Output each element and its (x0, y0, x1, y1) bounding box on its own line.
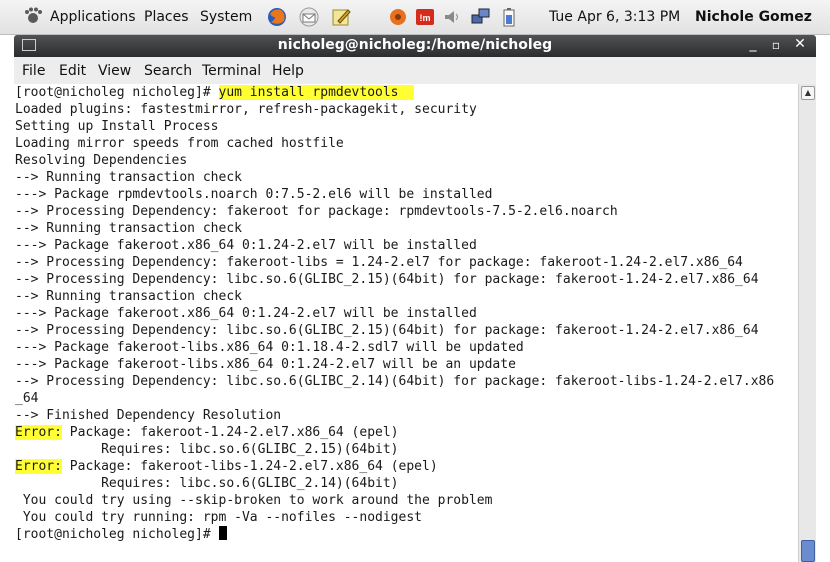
window-title: nicholeg@nicholeg:/home/nicholeg (277, 37, 553, 53)
output-line: --> Processing Dependency: fakeroot for … (15, 204, 618, 219)
output-line: Loading mirror speeds from cached hostfi… (15, 136, 344, 151)
output-line: --> Running transaction check (15, 170, 242, 185)
menu-view[interactable]: View (98, 63, 131, 79)
error-line: Error: Package: fakeroot-1.24-2.el7.x86_… (15, 425, 399, 440)
menu-help[interactable]: Help (272, 63, 304, 79)
error-label: Error: (15, 425, 62, 440)
menu-search[interactable]: Search (144, 63, 192, 79)
system-menu[interactable]: System (200, 9, 252, 25)
battery-icon[interactable] (498, 6, 520, 28)
prompt: [root@nicholeg nicholeg]# (15, 527, 219, 542)
network-icon[interactable] (470, 6, 492, 28)
output-line: --> Processing Dependency: libc.so.6(GLI… (15, 374, 775, 389)
window-titlebar[interactable]: nicholeg@nicholeg:/home/nicholeg _ ▫ ✕ (14, 35, 816, 57)
volume-icon[interactable] (441, 6, 463, 28)
terminal-output[interactable]: [root@nicholeg nicholeg]# yum install rp… (14, 84, 798, 562)
error-label: Error: (15, 459, 62, 474)
output-line: --> Processing Dependency: fakeroot-libs… (15, 255, 743, 270)
settings-icon[interactable] (387, 6, 409, 28)
output-line: ---> Package rpmdevtools.noarch 0:7.5-2.… (15, 187, 493, 202)
output-line: ---> Package fakeroot-libs.x86_64 0:1.18… (15, 340, 524, 355)
scrollbar-thumb[interactable] (801, 540, 815, 562)
output-line: Setting up Install Process (15, 119, 219, 134)
edit-icon[interactable] (330, 6, 352, 28)
scroll-up-arrow-icon[interactable]: ▲ (801, 86, 815, 100)
output-line: Resolving Dependencies (15, 153, 188, 168)
output-line: ---> Package fakeroot.x86_64 0:1.24-2.el… (15, 306, 477, 321)
text-cursor (218, 526, 227, 540)
user-name[interactable]: Nichole Gomez (695, 9, 812, 25)
vertical-scrollbar[interactable]: ▲ (798, 84, 816, 562)
menu-file[interactable]: File (22, 63, 45, 79)
tip-line: You could try using --skip-broken to wor… (15, 493, 493, 508)
prompt: [root@nicholeg nicholeg]# (15, 85, 219, 100)
applications-menu[interactable]: Applications (50, 9, 136, 25)
requires-line: Requires: libc.so.6(GLIBC_2.15)(64bit) (15, 442, 399, 457)
prompt-line: [root@nicholeg nicholeg]# (15, 526, 774, 543)
output-line: ---> Package fakeroot-libs.x86_64 0:1.24… (15, 357, 516, 372)
output-line: --> Running transaction check (15, 289, 242, 304)
error-line: Error: Package: fakeroot-libs-1.24-2.el7… (15, 459, 438, 474)
firefox-icon[interactable] (266, 6, 288, 28)
menu-edit[interactable]: Edit (59, 63, 86, 79)
command-text: yum install rpmdevtools (218, 85, 415, 100)
output-line: --> Finished Dependency Resolution (15, 408, 282, 423)
top-panel: Applications Places System !m Tue Apr 6,… (0, 0, 830, 35)
menubar: File Edit View Search Terminal Help (14, 57, 816, 85)
command-line: [root@nicholeg nicholeg]# yum install rp… (15, 84, 774, 101)
close-button[interactable]: ✕ (791, 36, 809, 52)
im-icon[interactable]: !m (414, 6, 436, 28)
svg-text:!m: !m (420, 13, 431, 23)
output-line: ---> Package fakeroot.x86_64 0:1.24-2.el… (15, 238, 477, 253)
output-line: _64 (15, 391, 39, 406)
maximize-button[interactable]: ▫ (767, 38, 785, 52)
requires-line: Requires: libc.so.6(GLIBC_2.14)(64bit) (15, 476, 399, 491)
output-line: --> Running transaction check (15, 221, 242, 236)
output-line: Loaded plugins: fastestmirror, refresh-p… (15, 102, 477, 117)
minimize-button[interactable]: _ (744, 36, 762, 52)
places-menu[interactable]: Places (144, 9, 189, 25)
menu-terminal[interactable]: Terminal (202, 63, 261, 79)
gnome-foot-icon[interactable] (22, 6, 44, 28)
tip-line: You could try running: rpm -Va --nofiles… (15, 510, 422, 525)
mail-icon[interactable] (298, 6, 320, 28)
output-line: --> Processing Dependency: libc.so.6(GLI… (15, 272, 759, 287)
clock[interactable]: Tue Apr 6, 3:13 PM (549, 9, 680, 25)
output-line: --> Processing Dependency: libc.so.6(GLI… (15, 323, 759, 338)
